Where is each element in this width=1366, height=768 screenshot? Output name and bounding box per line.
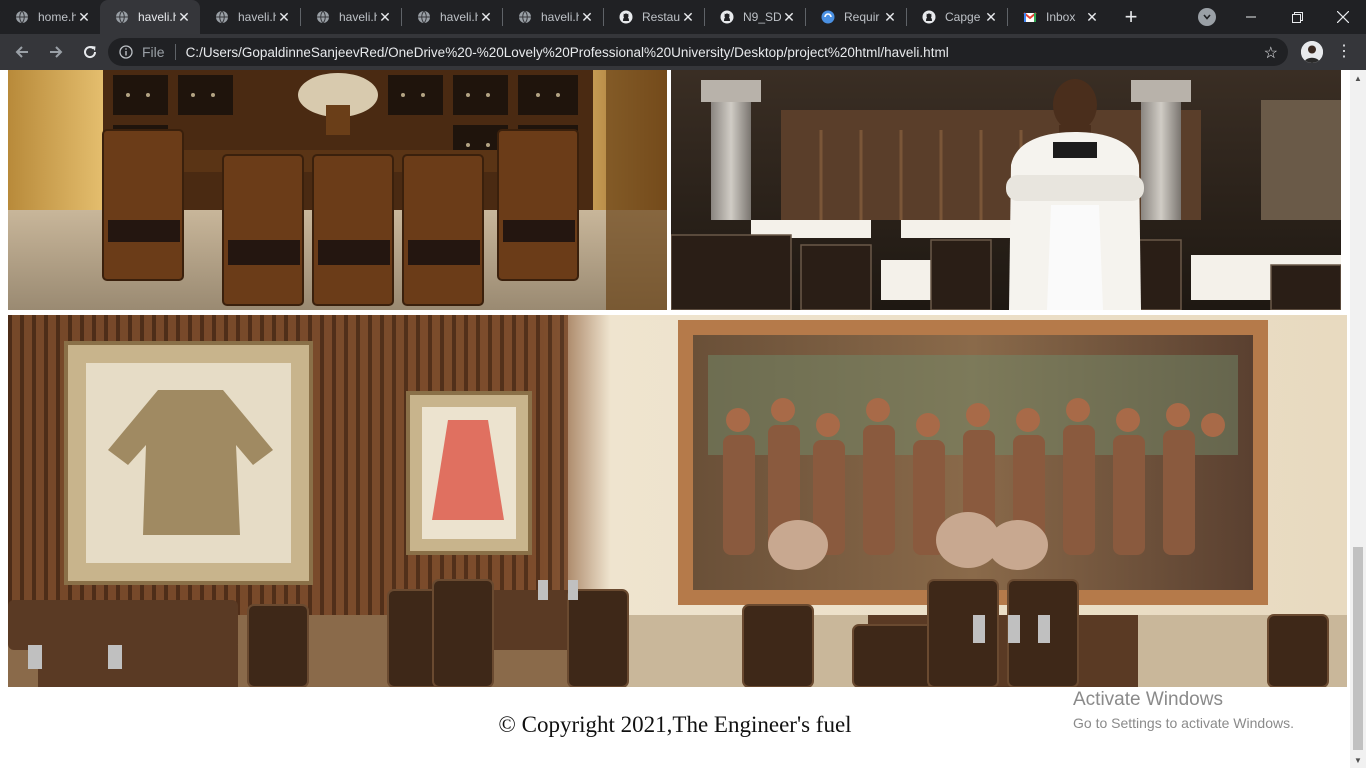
browser-tab[interactable]: haveli.h ✕ <box>503 0 603 34</box>
scroll-down-icon[interactable]: ▼ <box>1350 752 1366 768</box>
globe-icon <box>214 9 230 25</box>
tab-close-icon[interactable]: ✕ <box>882 9 898 25</box>
globe-icon <box>517 9 533 25</box>
tab-close-icon[interactable]: ✕ <box>377 9 393 25</box>
github-icon <box>719 9 735 25</box>
back-icon[interactable] <box>6 36 38 68</box>
globe-icon <box>416 9 432 25</box>
tab-close-icon[interactable]: ✕ <box>680 9 696 25</box>
tab-close-icon[interactable]: ✕ <box>781 9 797 25</box>
tab-close-icon[interactable]: ✕ <box>76 9 92 25</box>
tab-title: Requir <box>844 10 880 24</box>
scrollbar-thumb[interactable] <box>1353 547 1363 750</box>
private-dining-room-photo <box>8 70 667 310</box>
tab-search-icon[interactable] <box>1198 8 1216 26</box>
tab-close-icon[interactable]: ✕ <box>579 9 595 25</box>
tab-title: Capge <box>945 10 981 24</box>
tab-title: haveli.h <box>541 10 579 24</box>
github-icon <box>921 9 937 25</box>
chef-restaurant-photo <box>671 70 1341 310</box>
github-icon <box>618 9 634 25</box>
browser-tab[interactable]: Capge ✕ <box>907 0 1007 34</box>
browser-tab[interactable]: haveli.h ✕ <box>200 0 300 34</box>
minimize-icon[interactable] <box>1228 0 1274 34</box>
globe-icon <box>14 9 30 25</box>
tab-title: N9_SD <box>743 10 781 24</box>
browser-tab[interactable]: Restau ✕ <box>604 0 704 34</box>
tab-close-icon[interactable]: ✕ <box>983 9 999 25</box>
tab-title: haveli.h <box>339 10 377 24</box>
activate-windows-subtitle: Go to Settings to activate Windows. <box>1073 715 1294 731</box>
globe-icon <box>114 9 130 25</box>
reload-icon[interactable] <box>74 36 106 68</box>
restore-icon[interactable] <box>1274 0 1320 34</box>
blue-circle-icon <box>820 9 836 25</box>
browser-tab[interactable]: N9_SD ✕ <box>705 0 805 34</box>
gmail-icon <box>1022 9 1038 25</box>
browser-tab[interactable]: haveli.h ✕ <box>100 0 200 34</box>
browser-tab[interactable]: Inbox ✕ <box>1008 0 1108 34</box>
tab-title: Inbox <box>1046 10 1076 24</box>
browser-tab[interactable]: haveli.h ✕ <box>402 0 502 34</box>
page-scrollbar[interactable]: ▲ ▼ <box>1350 70 1366 768</box>
browser-toolbar: File C:/Users/GopaldinneSanjeevRed/OneDr… <box>0 34 1366 70</box>
tab-close-icon[interactable]: ✕ <box>176 9 192 25</box>
tab-strip: home.h ✕ haveli.h ✕ haveli.h ✕ haveli.h ✕ haveli… <box>0 0 1366 34</box>
new-tab-button[interactable]: + <box>1114 0 1148 34</box>
tab-close-icon[interactable]: ✕ <box>1084 9 1100 25</box>
browser-menu-icon[interactable]: ⋮ <box>1336 40 1352 64</box>
browser-tab[interactable]: home.h ✕ <box>0 0 100 34</box>
url-scheme-label: File <box>142 44 165 60</box>
omnibox-divider <box>174 44 176 60</box>
address-bar[interactable]: File C:/Users/GopaldinneSanjeevRed/OneDr… <box>108 38 1288 66</box>
close-window-icon[interactable] <box>1320 0 1366 34</box>
activate-windows-title: Activate Windows <box>1073 689 1223 710</box>
activate-windows-watermark: Activate Windows Go to Settings to activ… <box>1073 689 1294 731</box>
tab-title: Restau <box>642 10 680 24</box>
tab-close-icon[interactable]: ✕ <box>478 9 494 25</box>
tab-title: haveli.h <box>440 10 478 24</box>
browser-tab[interactable]: Requir ✕ <box>806 0 906 34</box>
bookmark-star-icon[interactable]: ☆ <box>1264 43 1278 63</box>
forward-icon[interactable] <box>40 36 72 68</box>
page-viewport: © Copyright 2021,The Engineer's fuel Act… <box>0 70 1350 768</box>
tab-title: home.h <box>38 10 76 24</box>
scroll-up-icon[interactable]: ▲ <box>1350 70 1366 86</box>
tab-close-icon[interactable]: ✕ <box>276 9 292 25</box>
profile-avatar[interactable] <box>1301 41 1323 63</box>
tab-title: haveli.h <box>138 10 176 24</box>
browser-tab[interactable]: haveli.h ✕ <box>301 0 401 34</box>
url-text[interactable]: C:/Users/GopaldinneSanjeevRed/OneDrive%2… <box>186 45 949 60</box>
site-info-icon[interactable] <box>118 44 134 60</box>
globe-icon <box>315 9 331 25</box>
tab-title: haveli.h <box>238 10 276 24</box>
heritage-dining-hall-photo <box>8 315 1347 687</box>
